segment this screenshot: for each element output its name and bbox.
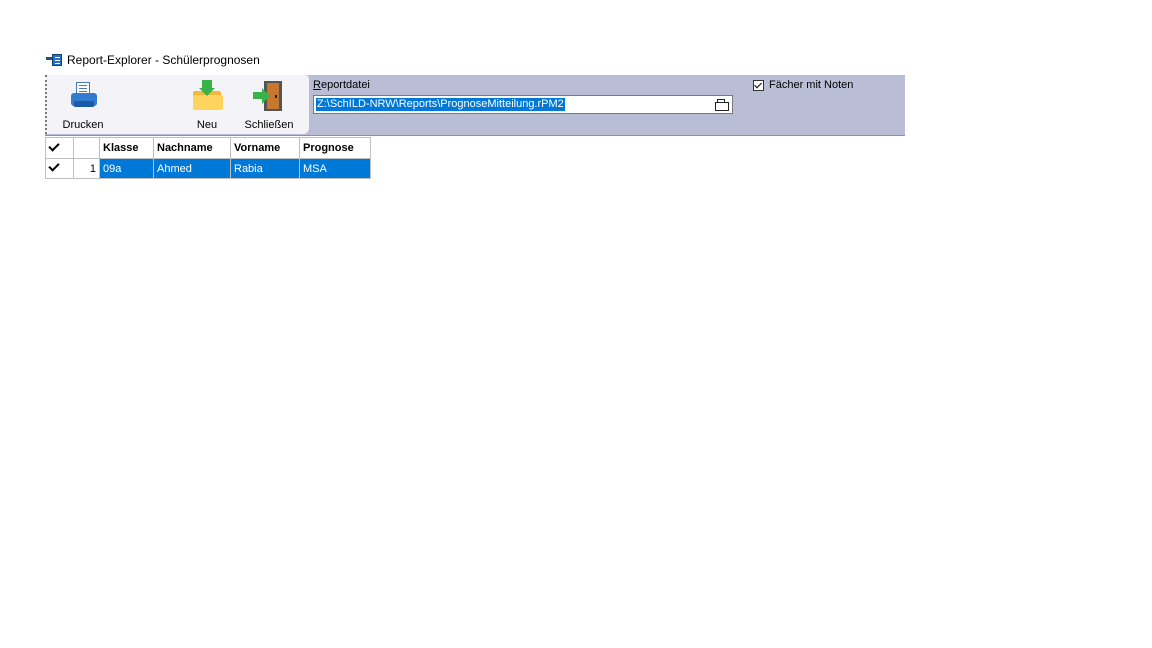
new-folder-icon: [190, 79, 224, 113]
faecher-mit-noten-option[interactable]: Fächer mit Noten: [753, 79, 853, 91]
select-all-checkbox[interactable]: [45, 137, 74, 159]
report-file-input[interactable]: Z:\SchILD-NRW\Reports\PrognoseMitteilung…: [313, 95, 733, 114]
close-button[interactable]: Schließen: [241, 79, 297, 131]
cell-klasse[interactable]: 09a: [99, 158, 154, 179]
print-button-label: Drucken: [62, 119, 104, 131]
open-folder-icon[interactable]: [714, 97, 730, 112]
faecher-mit-noten-checkbox[interactable]: [753, 79, 764, 91]
faecher-mit-noten-label: Fächer mit Noten: [769, 79, 854, 91]
new-button-label: Neu: [196, 119, 218, 131]
table-row[interactable]: 1 09a Ahmed Rabia MSA: [45, 158, 371, 179]
printer-icon: [66, 79, 100, 113]
cell-prognose[interactable]: MSA: [299, 158, 371, 179]
report-file-label: Reportdatei: [313, 79, 370, 91]
exit-door-icon: [252, 79, 286, 113]
student-grid: Klasse Nachname Vorname Prognose 1 09a A…: [45, 137, 371, 179]
grid-header-row: Klasse Nachname Vorname Prognose: [45, 137, 371, 159]
row-number: 1: [73, 158, 100, 179]
window-title: Report-Explorer - Schülerprognosen: [67, 53, 260, 67]
close-button-label: Schließen: [244, 119, 294, 131]
print-button[interactable]: Drucken: [59, 79, 107, 131]
column-header-nachname[interactable]: Nachname: [153, 137, 231, 159]
app-icon: [46, 53, 62, 67]
row-number-header: [73, 137, 100, 159]
column-header-klasse[interactable]: Klasse: [99, 137, 154, 159]
cell-vorname[interactable]: Rabia: [230, 158, 300, 179]
cell-nachname[interactable]: Ahmed: [153, 158, 231, 179]
window-title-bar: Report-Explorer - Schülerprognosen: [46, 52, 260, 68]
row-checkbox[interactable]: [45, 158, 74, 179]
report-file-path: Z:\SchILD-NRW\Reports\PrognoseMitteilung…: [316, 98, 565, 111]
ribbon-panel: Drucken Neu Schließen Reportdatei Z:\Sch: [45, 75, 905, 136]
new-button[interactable]: Neu: [187, 79, 227, 131]
toolbar: Drucken Neu Schließen: [45, 75, 309, 134]
column-header-prognose[interactable]: Prognose: [299, 137, 371, 159]
column-header-vorname[interactable]: Vorname: [230, 137, 300, 159]
